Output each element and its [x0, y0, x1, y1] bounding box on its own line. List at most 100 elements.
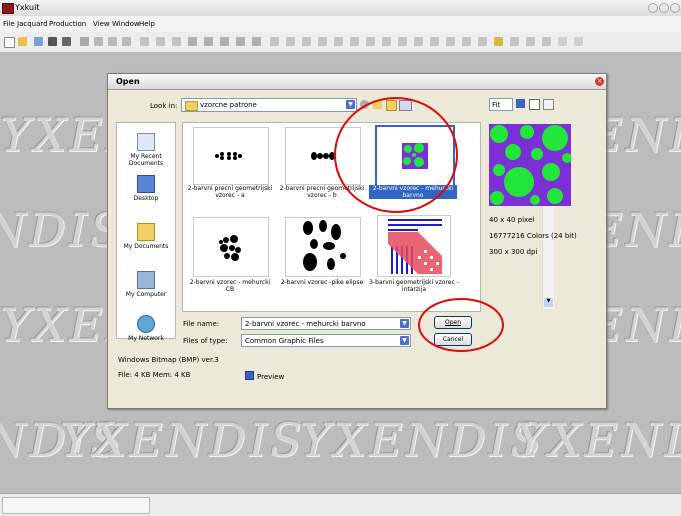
file-thumbnail[interactable]: [377, 215, 451, 277]
place-recent[interactable]: My Recent Documents: [117, 133, 175, 167]
chevron-down-icon: ▼: [346, 100, 355, 109]
tool-icon[interactable]: [220, 37, 229, 46]
preview-image: [489, 124, 571, 206]
tool-icon[interactable]: [510, 37, 519, 46]
place-computer[interactable]: My Computer: [117, 271, 175, 298]
binoculars-icon[interactable]: [48, 37, 57, 46]
file-caption[interactable]: 3-barvni geometrijski vzorec - intarzija: [369, 279, 459, 293]
tool-icon[interactable]: [334, 37, 343, 46]
tool-icon[interactable]: [172, 37, 181, 46]
tool-icon[interactable]: [156, 37, 165, 46]
recent-documents-icon: [137, 133, 155, 151]
tool-icon[interactable]: [236, 37, 245, 46]
close-app-button[interactable]: [670, 3, 680, 13]
menu-help[interactable]: Help: [139, 20, 155, 28]
filename-input[interactable]: 2-barvni vzorec - mehurcki barvno ▼: [241, 317, 411, 330]
checkbox-checked-icon: [245, 371, 254, 380]
menu-view[interactable]: View: [93, 20, 110, 28]
filetype-select[interactable]: Common Graphic Files ▼: [241, 334, 411, 347]
tool-icon[interactable]: [302, 37, 311, 46]
tool-icon[interactable]: [350, 37, 359, 46]
tool-icon[interactable]: [108, 37, 117, 46]
status-cell: [2, 497, 150, 514]
zoom-value: Fit: [492, 101, 501, 109]
tool-icon[interactable]: [494, 37, 503, 46]
watermark: YXENDIS: [300, 413, 545, 467]
tool-icon[interactable]: [526, 37, 535, 46]
place-documents[interactable]: My Documents: [117, 223, 175, 250]
app-titlebar: Yxkuit: [0, 0, 681, 16]
place-network[interactable]: My Network: [117, 315, 175, 342]
statusbar: [0, 493, 681, 516]
place-label: My Network: [128, 335, 164, 342]
weave-icon[interactable]: [94, 37, 103, 46]
tool-icon[interactable]: [542, 37, 551, 46]
menubar: File Jacquard Production View Window Hel…: [0, 16, 681, 32]
tool-icon[interactable]: [414, 37, 423, 46]
info-icon[interactable]: [543, 99, 554, 110]
tool-icon[interactable]: [574, 37, 583, 46]
new-file-icon[interactable]: [4, 37, 15, 48]
tool-icon[interactable]: [286, 37, 295, 46]
menu-production[interactable]: Production: [49, 20, 86, 28]
menu-file[interactable]: File: [3, 20, 15, 28]
dialog-title: Open: [116, 77, 140, 86]
minimize-button[interactable]: [648, 3, 658, 13]
pattern-thumbnail: [303, 220, 346, 271]
chevron-down-icon: ▼: [400, 336, 409, 345]
place-label: Desktop: [133, 195, 159, 202]
dialog-close-icon[interactable]: ×: [595, 77, 604, 86]
magnifier-icon[interactable]: [529, 99, 540, 110]
app-title: Yxkuit: [15, 3, 40, 12]
watermark: YXENDIS: [515, 413, 681, 467]
place-desktop[interactable]: Desktop: [117, 175, 175, 202]
tool-icon[interactable]: [558, 37, 567, 46]
filetype-value: Common Graphic Files: [245, 337, 324, 345]
chevron-down-icon: ▼: [400, 319, 409, 328]
maximize-button[interactable]: [659, 3, 669, 13]
pattern-thumbnail: [219, 235, 241, 261]
tool-icon[interactable]: [478, 37, 487, 46]
preview-checkbox-label: Preview: [257, 373, 285, 381]
tool-icon[interactable]: [252, 37, 261, 46]
my-computer-icon: [137, 271, 155, 289]
tool-icon[interactable]: [204, 37, 213, 46]
file-caption[interactable]: 2-barvni precni geometrijski vzorec - a: [185, 185, 275, 199]
menu-jacquard[interactable]: Jacquard: [17, 20, 48, 28]
save-icon[interactable]: [34, 37, 43, 46]
file-caption[interactable]: 2-barvni vzorec - mehurcki CB: [185, 279, 275, 293]
file-thumbnail[interactable]: [193, 127, 269, 185]
toolbar: [0, 32, 681, 53]
places-bar: My Recent Documents Desktop My Documents…: [116, 122, 176, 342]
zoom-select[interactable]: Fit: [489, 98, 513, 111]
lookin-dropdown[interactable]: vzorcne patrone ▼: [181, 98, 357, 112]
place-label: My Computer: [125, 291, 167, 298]
tool-icon[interactable]: [270, 37, 279, 46]
tool-icon[interactable]: [318, 37, 327, 46]
app-icon: [2, 3, 14, 14]
preview-pane: Fit 40 x 40 pixel 16777216 Colors (24 bi…: [489, 98, 601, 318]
menu-window[interactable]: Window: [112, 20, 140, 28]
grid-icon[interactable]: [80, 37, 89, 46]
filename-value: 2-barvni vzorec - mehurcki barvno: [245, 320, 366, 328]
pencil-icon[interactable]: [140, 37, 149, 46]
tool-icon[interactable]: [366, 37, 375, 46]
file-thumbnail[interactable]: [193, 217, 269, 277]
tool-icon[interactable]: [462, 37, 471, 46]
filetype-label: Files of type:: [183, 337, 228, 345]
preview-toggle[interactable]: Preview: [245, 371, 284, 381]
tool-icon[interactable]: [188, 37, 197, 46]
tool-icon[interactable]: [430, 37, 439, 46]
tool-icon[interactable]: [398, 37, 407, 46]
find-icon[interactable]: [62, 37, 71, 46]
open-folder-icon[interactable]: [18, 37, 27, 46]
file-thumbnail[interactable]: [285, 217, 361, 277]
tool-icon[interactable]: [382, 37, 391, 46]
my-network-icon: [137, 315, 155, 333]
file-caption[interactable]: 2-barvni vzorec -pike elipse: [277, 279, 367, 286]
folder-icon: [185, 101, 198, 111]
fit-icon[interactable]: [516, 99, 525, 108]
tool-icon[interactable]: [122, 37, 131, 46]
size-info: File: 4 KB Mem: 4 KB: [118, 371, 191, 379]
tool-icon[interactable]: [446, 37, 455, 46]
